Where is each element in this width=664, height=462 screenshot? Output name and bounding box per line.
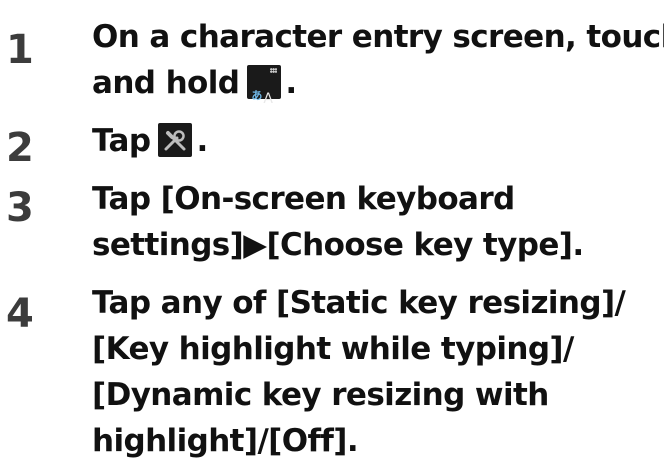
wrench-screwdriver-icon	[164, 129, 186, 150]
japanese-input-mode-icon: あA	[247, 64, 282, 107]
step-number: 2	[6, 125, 34, 171]
step-line: and hold あ A.	[92, 60, 662, 107]
step-number: 1	[6, 27, 34, 73]
instruction-page: 1 On a character entry screen, touch and…	[0, 0, 664, 462]
step-text: Tap .	[92, 118, 662, 164]
keypad-dots-icon	[270, 67, 278, 73]
step-number: 4	[6, 291, 34, 337]
step-line: Tap .	[92, 118, 662, 164]
step-line: highlight]/[Off].	[92, 423, 359, 459]
step-line-part: .	[285, 65, 297, 101]
step-line: [Dynamic key resizing with	[92, 377, 549, 413]
step-line-part: and hold	[92, 65, 240, 101]
step-line: Tap any of [Static key resizing]/	[92, 285, 626, 321]
step-text: Tap [On-screen keyboard settings]▶[Choos…	[92, 176, 662, 268]
step-line: Tap [On-screen keyboard	[92, 181, 515, 217]
step-number: 3	[6, 185, 34, 231]
step-line-part: Tap	[92, 123, 151, 159]
step-text: Tap any of [Static key resizing]/ [Key h…	[92, 280, 662, 462]
step-text: On a character entry screen, touch and h…	[92, 14, 664, 107]
step-line: settings]▶[Choose key type].	[92, 227, 584, 263]
kana-glyph: あ	[251, 88, 262, 102]
latin-glyph: A	[263, 90, 273, 107]
step-line-part: .	[196, 123, 208, 159]
step-line: On a character entry screen, touch	[92, 19, 664, 55]
step-line: [Key highlight while typing]/	[92, 331, 574, 367]
tools-settings-icon	[158, 122, 193, 157]
